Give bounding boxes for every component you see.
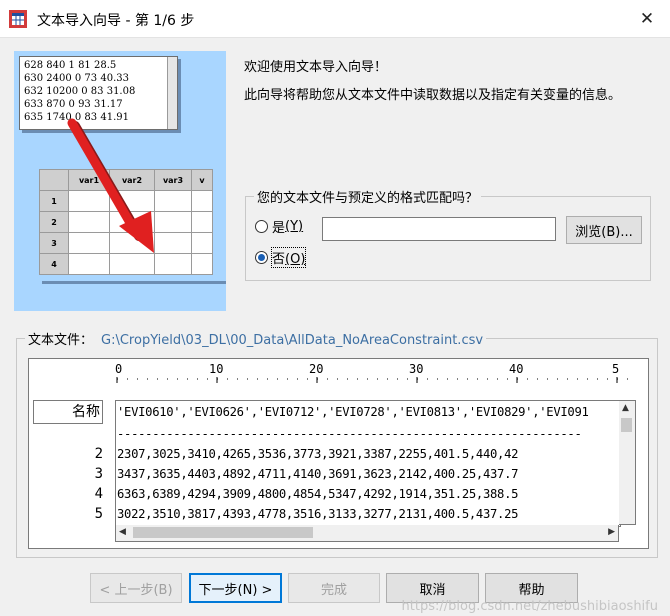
wizard-illustration: 628 840 1 81 28.5 630 2400 0 73 40.33 63… [14, 51, 226, 311]
radio-yes-label: 是 [272, 221, 286, 236]
row-number: 2 [94, 446, 103, 462]
scroll-right-icon[interactable]: ▶ [608, 527, 615, 537]
row-number: 4 [94, 486, 103, 502]
red-arrow-icon [67, 118, 154, 253]
format-file-path-input[interactable] [322, 217, 556, 241]
window-title: 文本导入向导 - 第 1/6 步 [37, 13, 195, 29]
text-file-path: G:\CropYield\03_DL\00_Data\AllData_NoAre… [101, 333, 484, 348]
spss-app-icon [9, 10, 27, 28]
horizontal-scrollbar[interactable]: ◀ ▶ [115, 525, 619, 542]
format-match-group: 您的文本文件与预定义的格式匹配吗？ 是 (Y) 否(O) 浏览(B)... [245, 187, 651, 281]
scroll-up-icon[interactable]: ▲ [622, 403, 629, 413]
browse-button[interactable]: 浏览(B)... [566, 216, 642, 244]
file-text-view[interactable]: 'EVI0610','EVI0626','EVI0712','EVI0728',… [115, 400, 621, 527]
file-preview: 0 10 20 30 40 5 名称 2 3 4 5 'EVI0610','EV… [28, 358, 649, 549]
scroll-left-icon[interactable]: ◀ [119, 527, 126, 537]
data-line: 'EVI0610','EVI0626','EVI0712','EVI0728',… [117, 405, 589, 419]
title-bar: 文本导入向导 - 第 1/6 步 ✕ [0, 0, 670, 38]
welcome-heading: 欢迎使用文本导入向导！ [244, 60, 388, 75]
text-file-group: 文本文件： G:\CropYield\03_DL\00_Data\AllData_… [16, 329, 658, 558]
ruler-label: 0 [115, 362, 123, 376]
radio-no-circle[interactable] [255, 251, 268, 264]
text-file-legend: 文本文件： G:\CropYield\03_DL\00_Data\AllData_… [25, 329, 487, 348]
vertical-scrollbar[interactable]: ▲ [619, 400, 636, 525]
data-line: ----------------------------------------… [117, 427, 582, 441]
data-line: 6363,6389,4294,3909,4800,4854,5347,4292,… [117, 487, 519, 501]
next-button[interactable]: 下一步(N) > [189, 573, 282, 603]
data-line: 3022,3510,3817,4393,4778,3516,3133,3277,… [117, 507, 519, 521]
ruler-label: 20 [309, 362, 324, 376]
ruler-label: 10 [209, 362, 224, 376]
radio-no[interactable]: 否(O) [255, 247, 307, 268]
ruler-label: 5 [612, 362, 620, 376]
wizard-description: 此向导将帮助您从文本文件中读取数据以及指定有关变量的信息。 [244, 88, 622, 103]
row-number: 3 [94, 466, 103, 482]
watermark-url: https://blog.csdn.net/zhebushibiaoshifu [401, 599, 658, 614]
vertical-scroll-thumb[interactable] [621, 418, 632, 432]
finish-button[interactable]: 完成 [288, 573, 380, 603]
back-button[interactable]: < 上一步(B) [90, 573, 182, 603]
radio-no-key: (O) [285, 252, 306, 267]
format-question-legend: 您的文本文件与预定义的格式匹配吗？ [254, 187, 482, 206]
radio-yes-key: (Y) [285, 219, 304, 234]
radio-no-label: 否 [272, 252, 286, 267]
row-number: 5 [94, 506, 103, 522]
radio-yes[interactable]: 是 (Y) [255, 217, 303, 236]
radio-yes-circle[interactable] [255, 220, 268, 233]
text-file-label: 文本文件： [28, 333, 94, 348]
ruler-label: 40 [509, 362, 524, 376]
ruler-label: 30 [409, 362, 424, 376]
data-line: 2307,3025,3410,4265,3536,3773,3921,3387,… [117, 447, 519, 461]
close-icon: ✕ [639, 8, 655, 29]
data-line: 3437,3635,4403,4892,4711,4140,3691,3623,… [117, 467, 519, 481]
close-button[interactable]: ✕ [624, 0, 670, 37]
horizontal-scroll-thumb[interactable] [133, 527, 313, 538]
name-row-label: 名称 [33, 400, 103, 424]
